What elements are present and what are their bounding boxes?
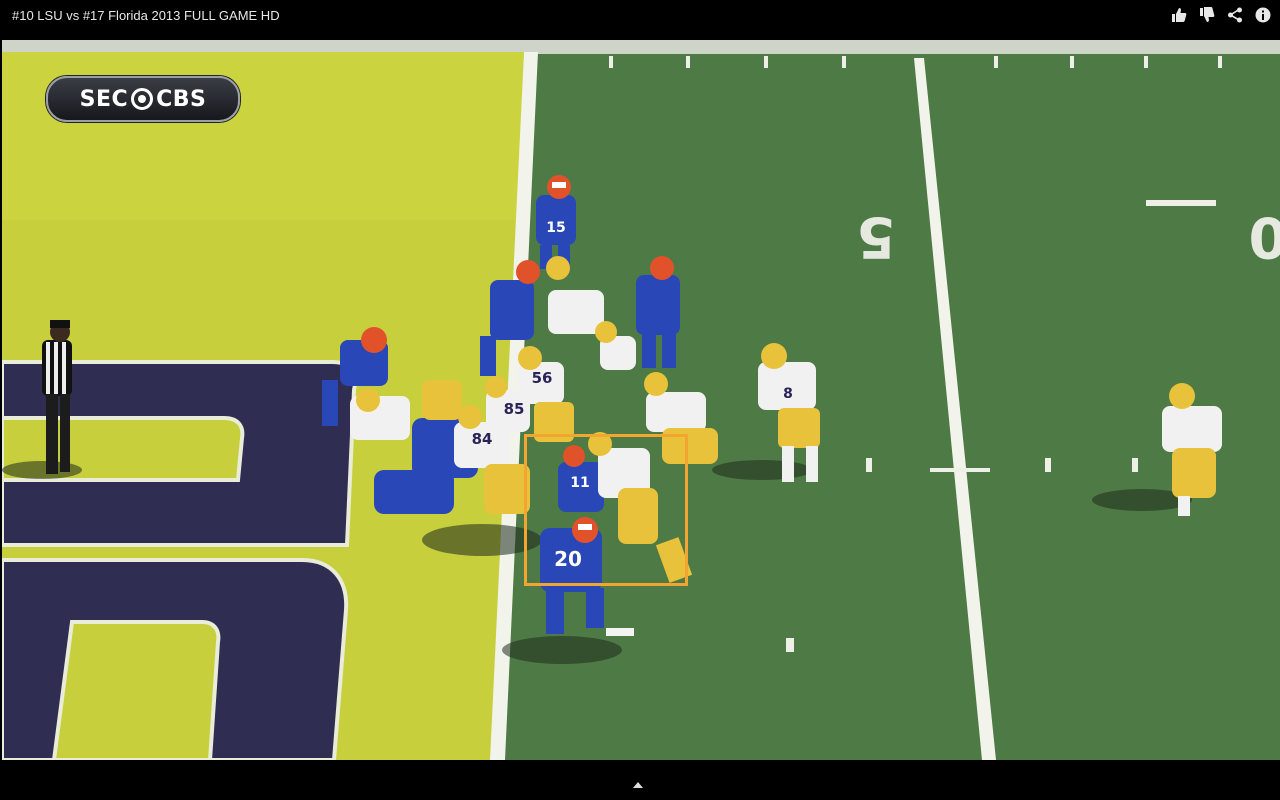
football-field: 5 0 15: [2, 40, 1280, 760]
network-logo-cbs: CBS: [156, 86, 207, 112]
svg-text:85: 85: [504, 400, 525, 418]
video-player[interactable]: 5 0 15: [2, 40, 1280, 760]
video-actions: [1170, 6, 1272, 24]
top-bar: #10 LSU vs #17 Florida 2013 FULL GAME HD: [0, 0, 1280, 32]
cbs-eye-icon: [131, 88, 154, 110]
network-logo: SEC CBS: [46, 76, 240, 122]
share-icon[interactable]: [1226, 6, 1244, 24]
bottom-bar: [0, 760, 1280, 800]
svg-text:84: 84: [472, 430, 493, 448]
info-icon[interactable]: [1254, 6, 1272, 24]
svg-text:56: 56: [532, 369, 553, 387]
referee: [42, 320, 72, 474]
thumbs-down-icon[interactable]: [1198, 6, 1216, 24]
svg-text:15: 15: [546, 220, 565, 236]
yard-number-partial: 0: [1249, 204, 1280, 269]
highlight-box: [524, 434, 688, 586]
caret-up-icon[interactable]: [633, 782, 643, 788]
svg-text:8: 8: [783, 386, 793, 402]
video-title: #10 LSU vs #17 Florida 2013 FULL GAME HD: [12, 8, 280, 23]
yard-number-5: 5: [857, 204, 896, 269]
thumbs-up-icon[interactable]: [1170, 6, 1188, 24]
network-logo-sec: SEC: [79, 86, 129, 112]
